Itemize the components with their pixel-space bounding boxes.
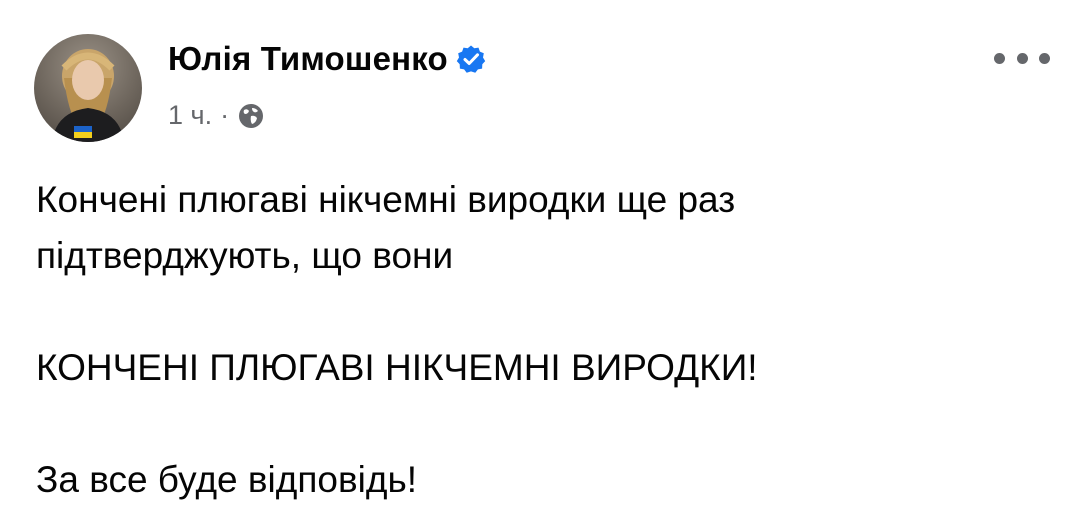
more-dot	[994, 52, 1005, 64]
meta-separator: ·	[220, 100, 230, 130]
post-paragraph: За все буде відповідь!	[36, 459, 418, 500]
more-dot	[1039, 52, 1050, 64]
post-paragraph: Кончені плюгаві нікчемні виродки ще раз …	[36, 179, 736, 276]
post-time[interactable]: 1 ч.	[168, 100, 212, 131]
more-dot	[1016, 52, 1028, 64]
avatar-portrait-icon	[52, 49, 124, 142]
post-paragraph: КОНЧЕНІ ПЛЮГАВІ НІКЧЕМНІ ВИРОДКИ!	[36, 347, 758, 388]
post-meta: 1 ч. ·	[168, 100, 265, 131]
post-card: Юлія Тимошенко 1 ч. · Кончені плюгаві ні…	[0, 0, 1080, 525]
globe-icon[interactable]	[237, 102, 265, 130]
author-name[interactable]: Юлія Тимошенко	[168, 40, 448, 78]
author-name-row: Юлія Тимошенко	[168, 40, 486, 78]
verified-badge-icon	[456, 44, 486, 74]
more-options-icon[interactable]	[994, 44, 1050, 72]
post-body: Кончені плюгаві нікчемні виродки ще раз …	[36, 172, 1056, 508]
author-avatar[interactable]	[34, 34, 142, 142]
